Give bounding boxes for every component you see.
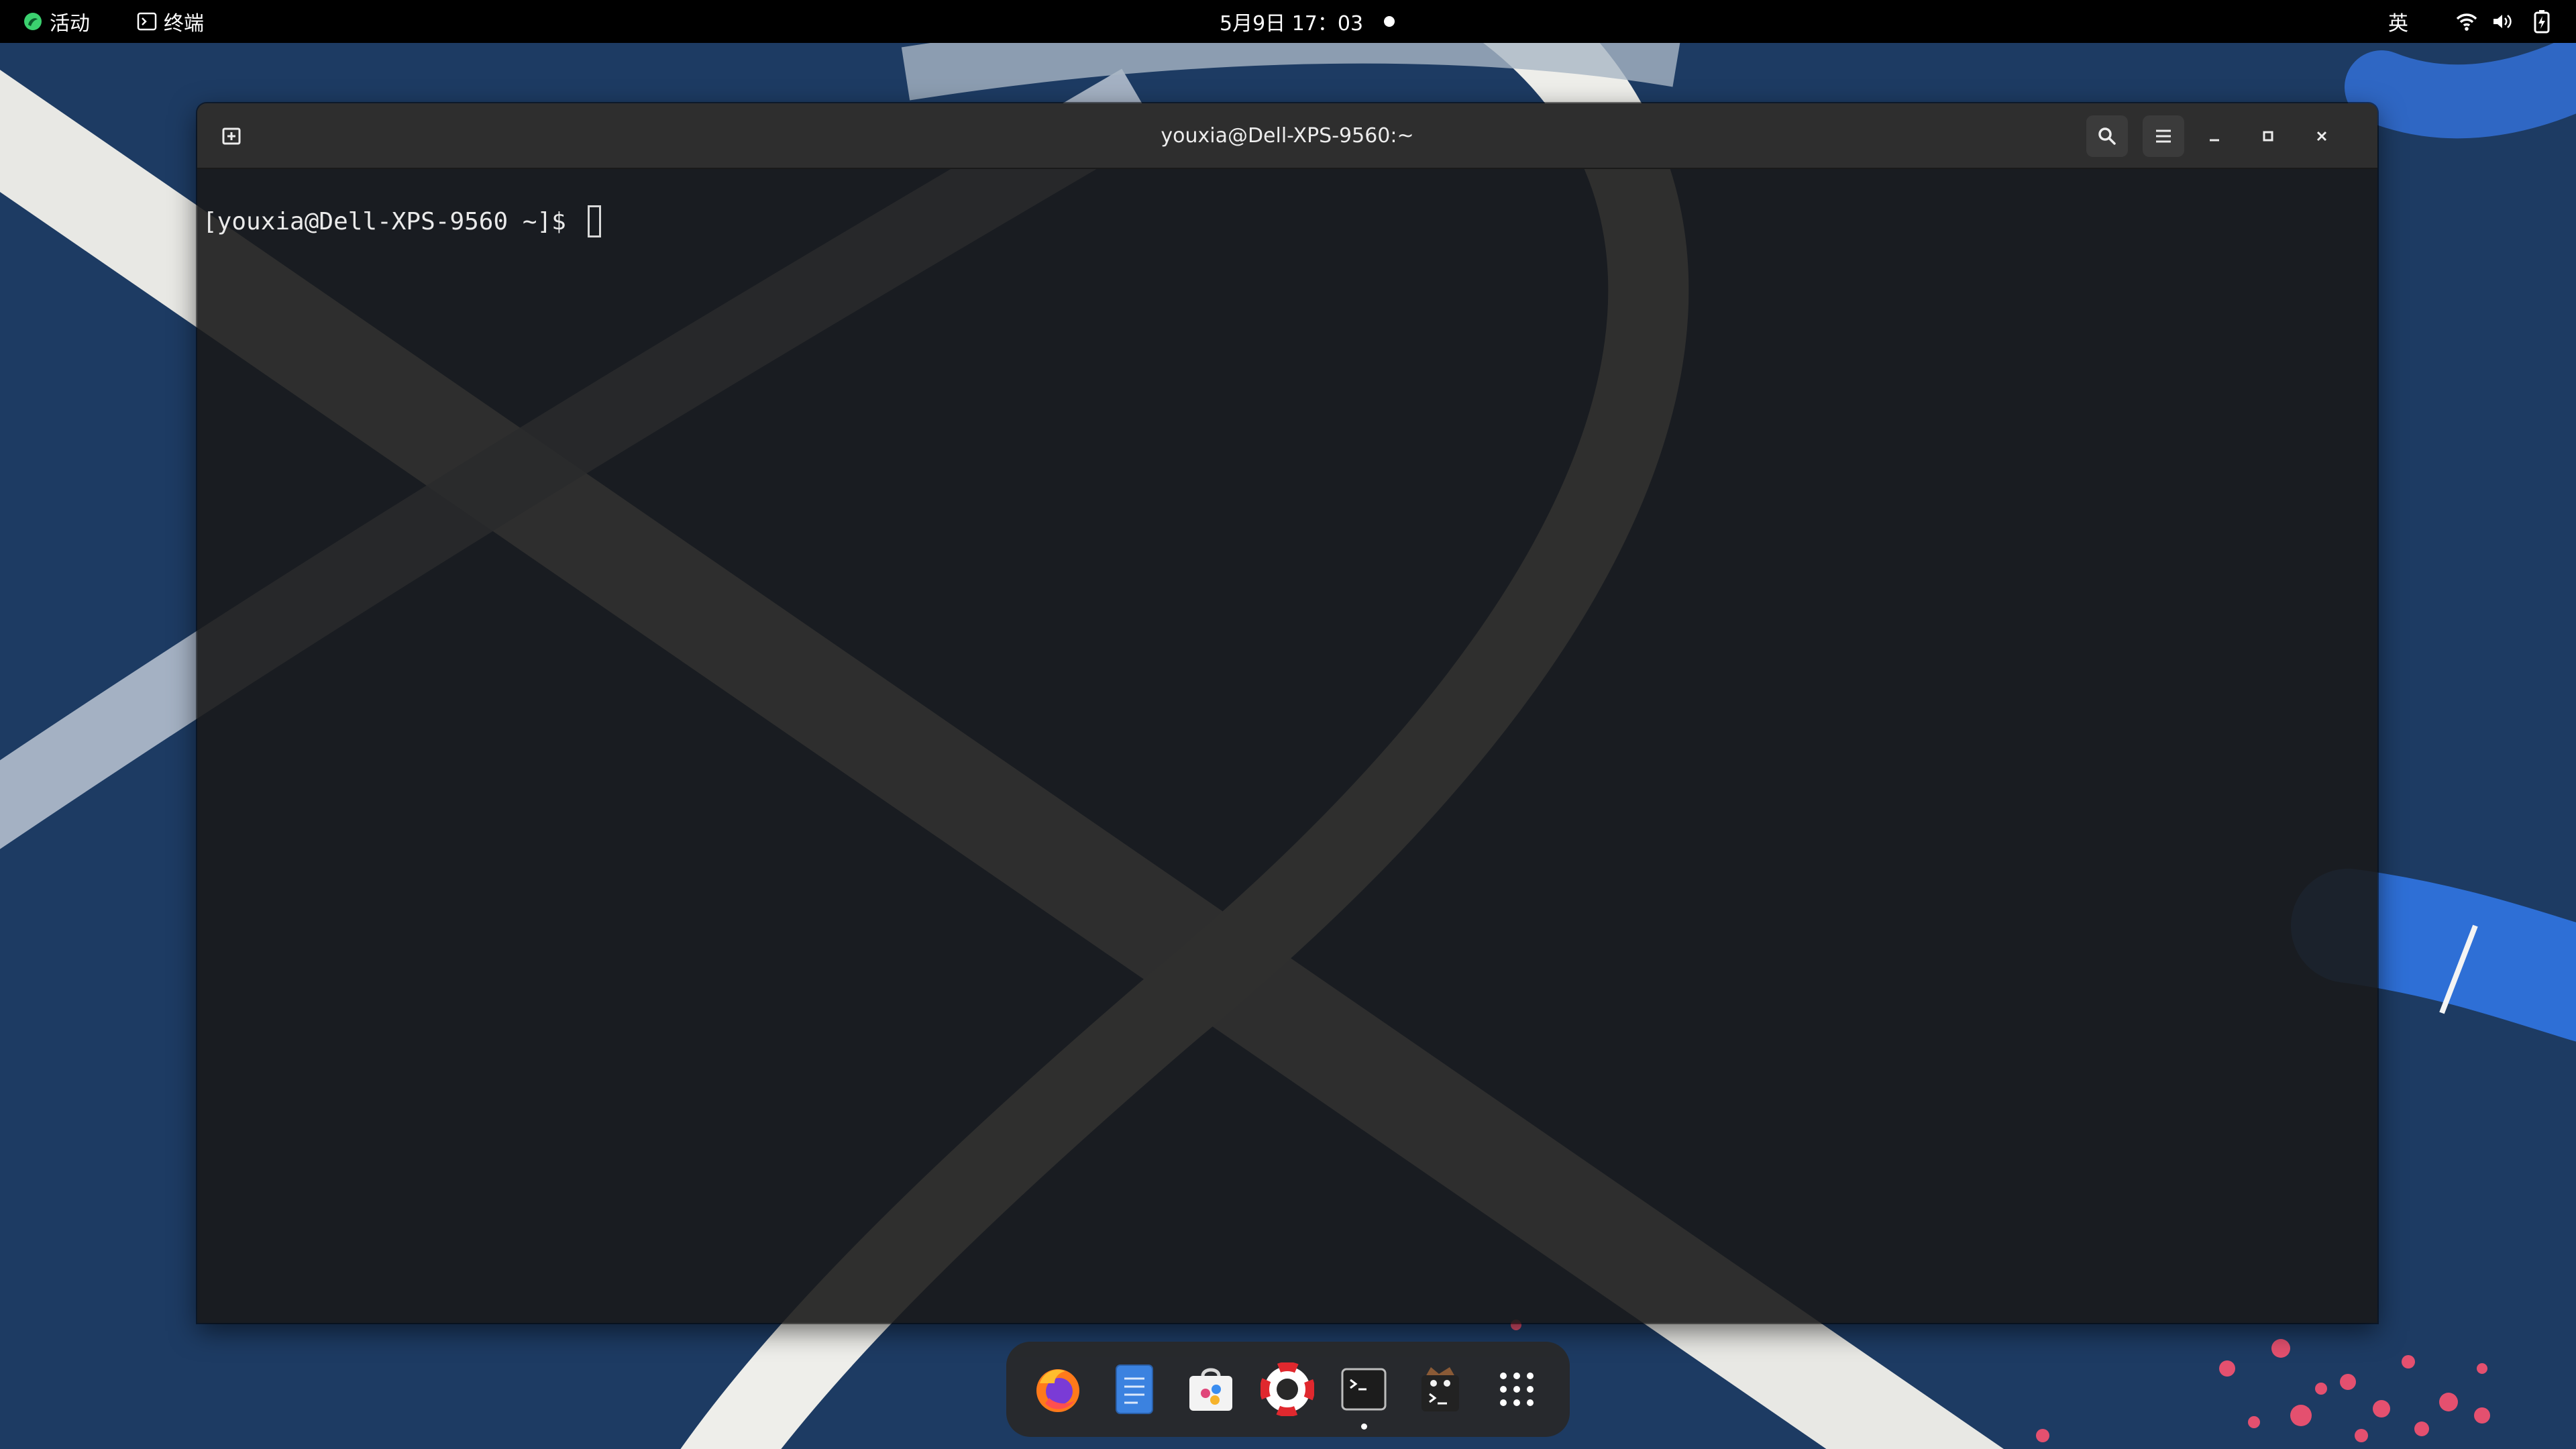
window-title: youxia@Dell-XPS-9560:~ — [1161, 123, 1414, 148]
activities-label: 活动 — [50, 12, 90, 36]
running-app-indicator — [1361, 1424, 1367, 1430]
close-button[interactable] — [2301, 115, 2343, 157]
terminal-window: youxia@Dell-XPS-9560:~ [youxia@Dell-XPS-… — [197, 103, 2377, 1323]
notification-dot — [1384, 16, 1395, 27]
search-button[interactable] — [2086, 115, 2128, 157]
search-icon — [2098, 127, 2116, 145]
wifi-icon[interactable] — [2455, 0, 2478, 43]
prompt-line: [youxia@Dell-XPS-9560 ~]$ — [203, 205, 601, 237]
text-editor-icon[interactable] — [1104, 1359, 1165, 1419]
help-lifebuoy-icon[interactable] — [1257, 1359, 1318, 1419]
terminal-alt-icon[interactable] — [1410, 1359, 1470, 1419]
app-grid-icon[interactable] — [1487, 1359, 1547, 1419]
minimize-icon — [2210, 139, 2219, 142]
top-bar: 活动 终端 5月9日 17：03 英 — [0, 0, 2576, 43]
hamburger-menu-icon — [2156, 129, 2171, 143]
clock-label: 5月9日 17：03 — [1220, 12, 1364, 36]
minimize-button[interactable] — [2194, 115, 2235, 157]
menu-button[interactable] — [2143, 115, 2184, 157]
new-tab-icon — [222, 127, 241, 145]
terminal-content[interactable]: [youxia@Dell-XPS-9560 ~]$ — [197, 169, 2377, 1323]
activities-logo-icon — [24, 13, 42, 30]
app-menu-button[interactable]: 终端 — [137, 0, 204, 43]
close-icon — [2316, 131, 2327, 142]
desktop: 活动 终端 5月9日 17：03 英 youxia@Dell-XPS-9560:… — [0, 0, 2576, 1449]
terminal-app-icon — [137, 12, 157, 31]
maximize-button[interactable] — [2247, 115, 2289, 157]
maximize-icon — [2263, 131, 2273, 142]
clock[interactable]: 5月9日 17：03 — [1220, 0, 1363, 43]
dock — [1006, 1342, 1570, 1437]
battery-icon[interactable] — [2533, 0, 2551, 43]
shell-prompt: [youxia@Dell-XPS-9560 ~]$ — [203, 207, 581, 235]
window-headerbar[interactable]: youxia@Dell-XPS-9560:~ — [197, 103, 2377, 169]
app-menu-label: 终端 — [164, 12, 204, 36]
volume-icon[interactable] — [2491, 0, 2514, 43]
software-center-icon[interactable] — [1181, 1359, 1241, 1419]
text-cursor — [587, 205, 601, 237]
new-tab-button[interactable] — [211, 115, 252, 157]
input-method-label: 英 — [2388, 12, 2408, 36]
input-method-indicator[interactable]: 英 — [2388, 0, 2408, 43]
terminal-icon[interactable] — [1334, 1359, 1394, 1419]
firefox-icon[interactable] — [1028, 1359, 1088, 1419]
activities-button[interactable]: 活动 — [23, 0, 90, 43]
